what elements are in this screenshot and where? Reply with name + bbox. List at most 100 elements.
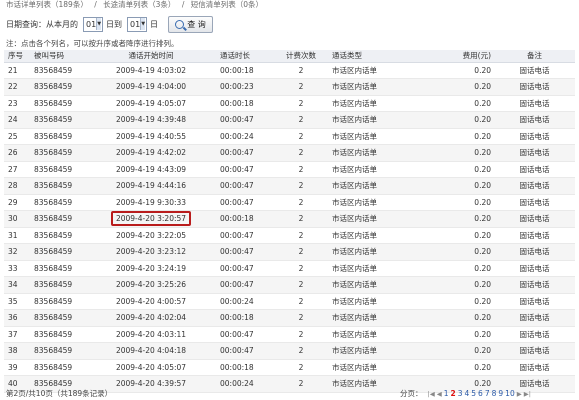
page-link[interactable]: 8 (492, 389, 497, 398)
cell-fee: 0.20 (450, 78, 494, 96)
cell-blank (406, 95, 450, 112)
page-link[interactable]: 5 (471, 389, 476, 398)
cell-remark: 固话电话 (494, 227, 575, 244)
page-link[interactable]: 2 (450, 389, 455, 398)
page-link[interactable]: 10 (505, 389, 515, 398)
cell-index: 25 (4, 128, 30, 145)
table-row: 24 83568459 2009-4-19 4:39:48 00:00:47 2 市话区内… (4, 111, 575, 129)
last-page-icon[interactable]: ▶| (524, 388, 531, 400)
col-header-fee[interactable]: 费用(元) (450, 50, 494, 63)
pagination-label: 分页： (400, 389, 423, 398)
cell-fee: 0.20 (450, 95, 494, 112)
cell-fee: 0.20 (450, 210, 494, 228)
col-header-call-type[interactable]: 通话类型 (326, 50, 406, 63)
page-link[interactable]: 9 (498, 389, 503, 398)
cell-blank (406, 260, 450, 277)
col-header-start-time[interactable]: 通话开始时间 (92, 50, 210, 63)
cell-duration: 00:00:47 (210, 342, 276, 360)
query-button[interactable]: 查 询 (168, 15, 213, 33)
col-header-billing-count[interactable]: 计费次数 (276, 50, 326, 63)
tab-sms[interactable]: 短信清单列表（0条） (191, 0, 263, 9)
col-header-remark[interactable]: 备注 (494, 50, 575, 63)
date-query-bar: 日期查询：从本月的 01 ▼ 日到 01 ▼ 日 查 询 (0, 13, 579, 35)
cell-start-time: 2009-4-20 4:05:07 (92, 359, 210, 376)
cell-billing-count: 2 (276, 227, 326, 244)
cell-blank (406, 342, 450, 360)
cell-blank (406, 210, 450, 228)
cell-duration: 00:00:47 (210, 177, 276, 195)
day-from-select[interactable]: 01 ▼ (83, 16, 103, 32)
day-from-value: 01 (86, 19, 97, 29)
day-label: 日 (150, 19, 158, 29)
chevron-down-icon: ▼ (140, 18, 146, 30)
pagination: 分页： |◀ ◀ 1 2 3 4 5 6 7 8 9 10 ▶ ▶| (400, 388, 532, 400)
next-page-icon[interactable]: ▶ (517, 388, 522, 400)
col-header-called-number[interactable]: 被叫号码 (30, 50, 92, 63)
cell-billing-count: 2 (276, 243, 326, 261)
cell-fee: 0.20 (450, 326, 494, 343)
cell-call-type: 市话区内话单 (326, 359, 406, 376)
cell-fee: 0.20 (450, 243, 494, 261)
cell-fee: 0.20 (450, 128, 494, 145)
cell-start-time: 2009-4-20 4:00:57 (92, 293, 210, 310)
cell-called-number: 83568459 (30, 144, 92, 162)
tab-local-calls[interactable]: 市话详单列表（189条） (6, 0, 88, 9)
cell-index: 22 (4, 78, 30, 96)
table-row: 25 83568459 2009-4-19 4:40:55 00:00:24 2 市话区内… (4, 128, 575, 145)
cell-billing-count: 2 (276, 111, 326, 129)
cell-index: 26 (4, 144, 30, 162)
cell-start-time: 2009-4-19 9:30:33 (92, 194, 210, 211)
table-row: 34 83568459 2009-4-20 3:25:26 00:00:47 2 市话区内… (4, 276, 575, 294)
page-link[interactable]: 7 (485, 389, 490, 398)
cell-called-number: 83568459 (30, 210, 92, 228)
page-link[interactable]: 6 (478, 389, 483, 398)
day-to-select[interactable]: 01 ▼ (127, 16, 147, 32)
cell-billing-count: 2 (276, 78, 326, 96)
cell-called-number: 83568459 (30, 326, 92, 343)
cell-call-type: 市话区内话单 (326, 326, 406, 343)
prev-page-icon[interactable]: ◀ (437, 388, 442, 400)
cell-remark: 固话电话 (494, 293, 575, 310)
table-row: 22 83568459 2009-4-19 4:04:00 00:00:23 2 市话区内… (4, 78, 575, 96)
cell-index: 30 (4, 210, 30, 228)
page-link[interactable]: 3 (458, 389, 463, 398)
table-row: 30 83568459 2009-4-20 3:20:57 00:00:18 2 市话区内… (4, 210, 575, 228)
cell-fee: 0.20 (450, 62, 494, 79)
cell-fee: 0.20 (450, 309, 494, 327)
cell-start-time: 2009-4-20 4:02:04 (92, 309, 210, 327)
cell-start-time: 2009-4-19 4:05:07 (92, 95, 210, 112)
cell-billing-count: 2 (276, 62, 326, 79)
query-button-label: 查 询 (187, 19, 206, 29)
page-link[interactable]: 1 (444, 389, 449, 398)
cell-billing-count: 2 (276, 95, 326, 112)
page-link[interactable]: 4 (464, 389, 469, 398)
cell-duration: 00:00:23 (210, 78, 276, 96)
cell-fee: 0.20 (450, 144, 494, 162)
cell-index: 38 (4, 342, 30, 360)
col-header-index[interactable]: 序号 (4, 50, 30, 63)
cell-start-time: 2009-4-20 4:04:18 (92, 342, 210, 360)
cell-billing-count: 2 (276, 194, 326, 211)
cell-billing-count: 2 (276, 359, 326, 376)
cell-billing-count: 2 (276, 342, 326, 360)
cell-index: 27 (4, 161, 30, 178)
cell-start-time: 2009-4-20 3:25:26 (92, 276, 210, 294)
cell-called-number: 83568459 (30, 194, 92, 211)
table-row: 26 83568459 2009-4-19 4:42:02 00:00:47 2 市话区内… (4, 144, 575, 162)
cell-call-type: 市话区内话单 (326, 342, 406, 360)
cell-called-number: 83568459 (30, 227, 92, 244)
cell-called-number: 83568459 (30, 309, 92, 327)
col-header-duration[interactable]: 通话时长 (210, 50, 276, 63)
date-to-label: 日到 (106, 19, 122, 29)
cell-called-number: 83568459 (30, 342, 92, 360)
cell-start-time: 2009-4-20 3:23:12 (92, 243, 210, 261)
highlight-box: 2009-4-20 3:20:57 (110, 211, 192, 227)
col-header-blank (406, 50, 450, 63)
tab-long-distance[interactable]: 长途清单列表（3条） (103, 0, 175, 9)
cell-index: 32 (4, 243, 30, 261)
cell-fee: 0.20 (450, 260, 494, 277)
cell-blank (406, 144, 450, 162)
first-page-icon[interactable]: |◀ (428, 388, 435, 400)
table-row: 31 83568459 2009-4-20 3:22:05 00:00:47 2 市话区内… (4, 227, 575, 244)
cell-billing-count: 2 (276, 326, 326, 343)
